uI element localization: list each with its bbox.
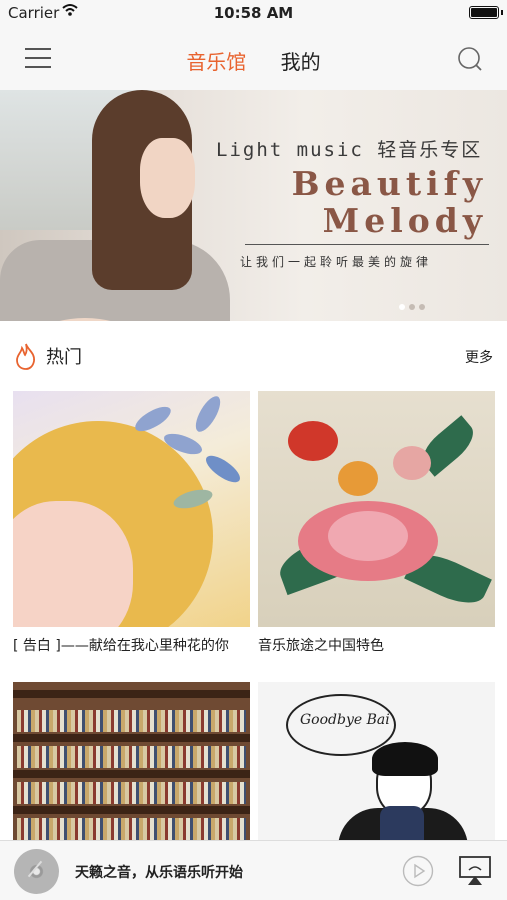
- status-bar: Carrier 10:58 AM: [0, 0, 507, 26]
- banner-photo-face: [140, 138, 195, 218]
- carousel-dot[interactable]: [409, 304, 415, 310]
- flame-icon: [16, 343, 35, 370]
- clock: 10:58 AM: [213, 4, 294, 22]
- now-playing-title[interactable]: 天籁之音，从乐语乐听开始: [75, 862, 243, 882]
- playlist-grid: [ 告白 ]——献给在我心里种花的你 音乐旅途之中国特色 Goodbye Bai: [0, 391, 507, 840]
- banner-title-line1: Beautify: [291, 164, 487, 203]
- playlist-cover-image[interactable]: [13, 391, 250, 627]
- banner-divider: [245, 244, 489, 245]
- banner-subtitle: Light music 轻音乐专区: [216, 139, 483, 161]
- playlist-cover-image[interactable]: [13, 682, 250, 840]
- playlist-caption[interactable]: [ 告白 ]——献给在我心里种花的你: [13, 635, 250, 655]
- carousel-dot[interactable]: [419, 304, 425, 310]
- banner-carousel[interactable]: Light music 轻音乐专区 Beautify Melody 让我们一起聆…: [0, 90, 507, 321]
- playlist-card[interactable]: [13, 682, 250, 840]
- playlist-caption[interactable]: 音乐旅途之中国特色: [258, 635, 495, 655]
- play-icon[interactable]: [402, 855, 434, 887]
- banner-tagline: 让我们一起聆听最美的旋律: [240, 255, 433, 269]
- carousel-page-indicator[interactable]: [395, 295, 425, 314]
- airplay-icon[interactable]: [458, 854, 492, 888]
- tab-mine[interactable]: 我的: [281, 46, 321, 75]
- section-header-hot: 热门 更多: [0, 321, 507, 391]
- mini-player[interactable]: 天籁之音，从乐语乐听开始: [0, 840, 507, 900]
- battery-icon: [469, 6, 503, 19]
- search-icon[interactable]: [457, 46, 483, 72]
- playlist-card[interactable]: 音乐旅途之中国特色: [258, 391, 495, 655]
- playlist-card[interactable]: Goodbye Bai: [258, 682, 495, 840]
- playlist-cover-image[interactable]: Goodbye Bai: [258, 682, 495, 840]
- album-disc-icon[interactable]: [14, 849, 59, 894]
- carousel-dot[interactable]: [399, 304, 405, 310]
- playlist-cover-image[interactable]: [258, 391, 495, 627]
- tab-music-hall[interactable]: 音乐馆: [186, 46, 246, 75]
- section-title: 热门: [46, 347, 82, 368]
- playlist-card[interactable]: [ 告白 ]——献给在我心里种花的你: [13, 391, 250, 655]
- tab-bar: 音乐馆 我的: [0, 46, 507, 75]
- banner-title-line2: Melody: [322, 201, 487, 240]
- navigation-bar: 音乐馆 我的: [0, 26, 507, 90]
- more-link[interactable]: 更多: [465, 347, 493, 367]
- cover-handwritten-text: Goodbye Bai: [300, 712, 390, 728]
